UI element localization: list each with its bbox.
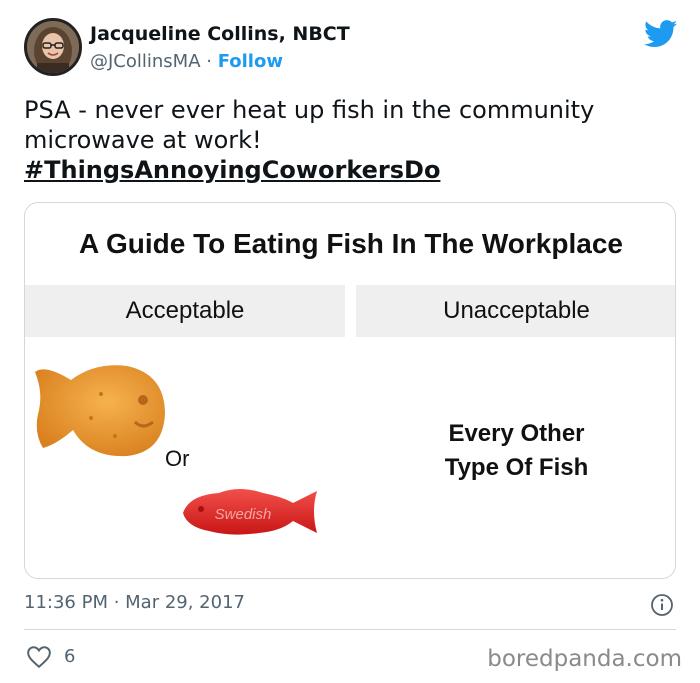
hashtag-link[interactable]: #ThingsAnnoyingCoworkersDo bbox=[24, 155, 674, 185]
candy-text: Swedish bbox=[215, 506, 272, 523]
or-label: Or bbox=[165, 446, 190, 471]
tweet-timestamp[interactable]: 11:36 PM · Mar 29, 2017 bbox=[24, 592, 245, 613]
goldfish-cracker-image bbox=[35, 365, 165, 457]
tweet-text: PSA - never ever heat up fish in the com… bbox=[24, 95, 674, 185]
handle-separator: · bbox=[200, 51, 218, 72]
like-count: 6 bbox=[64, 646, 76, 667]
swedish-fish-candy-image: Swedish bbox=[183, 489, 317, 535]
divider bbox=[24, 629, 676, 630]
author-handle-row: @JCollinsMA · Follow bbox=[90, 51, 283, 72]
twitter-bird-icon[interactable] bbox=[644, 20, 678, 48]
avatar-image bbox=[27, 21, 79, 73]
avatar[interactable] bbox=[24, 18, 82, 76]
author-handle[interactable]: @JCollinsMA bbox=[90, 51, 201, 72]
author-name[interactable]: Jacqueline Collins, NBCT bbox=[90, 23, 350, 45]
card-title: A Guide To Eating Fish In The Workplace bbox=[79, 228, 623, 259]
info-icon[interactable] bbox=[650, 593, 674, 617]
acceptable-header: Acceptable bbox=[25, 285, 345, 337]
unacceptable-header: Unacceptable bbox=[356, 285, 675, 337]
follow-button[interactable]: Follow bbox=[218, 51, 283, 72]
unacceptable-line-1: Every Other bbox=[448, 420, 585, 447]
media-card[interactable]: A Guide To Eating Fish In The Workplace … bbox=[24, 202, 676, 579]
tweet-body: PSA - never ever heat up fish in the com… bbox=[24, 96, 595, 154]
unacceptable-text: Every Other Type Of Fish bbox=[356, 417, 675, 485]
heart-icon[interactable] bbox=[26, 645, 52, 669]
unacceptable-line-2: Type Of Fish bbox=[444, 454, 589, 481]
watermark: boredpanda.com bbox=[487, 646, 682, 672]
